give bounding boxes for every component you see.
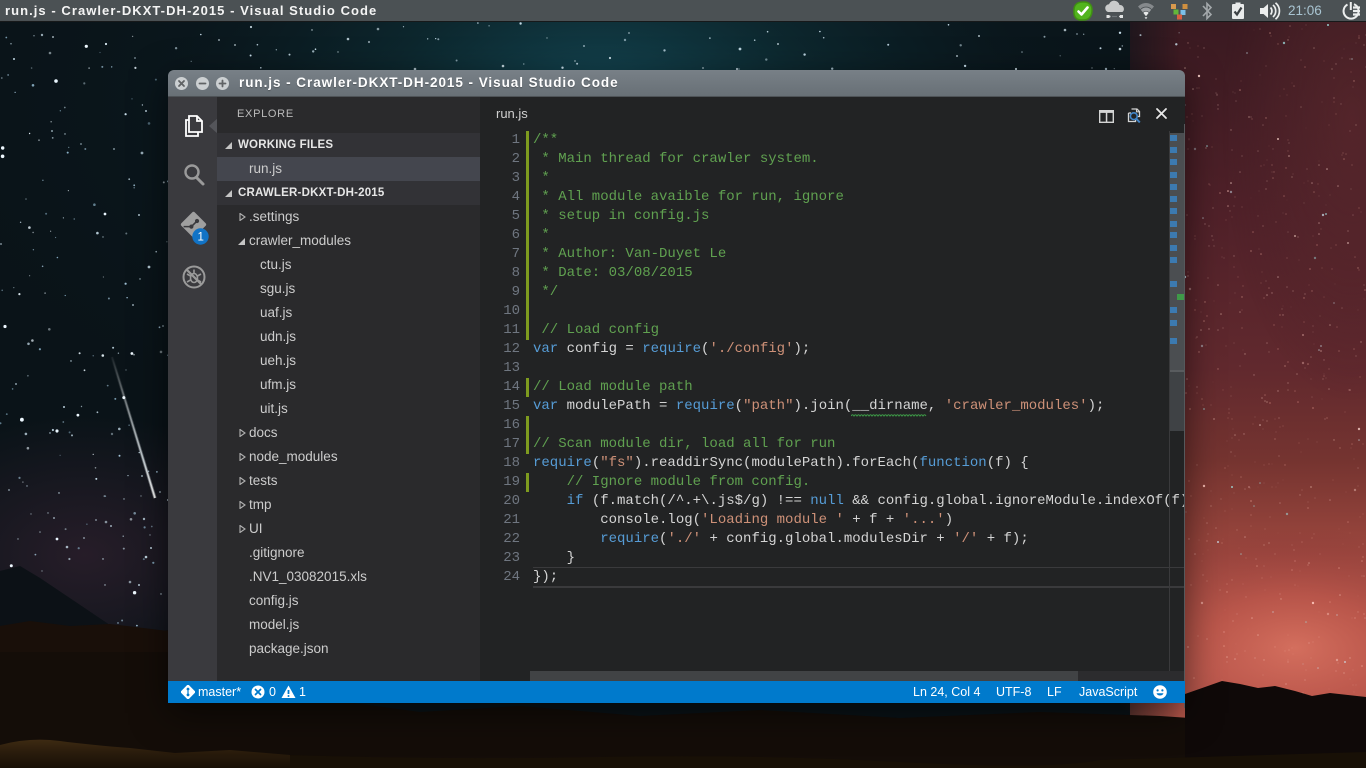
svg-text:1: 1 xyxy=(197,232,203,244)
